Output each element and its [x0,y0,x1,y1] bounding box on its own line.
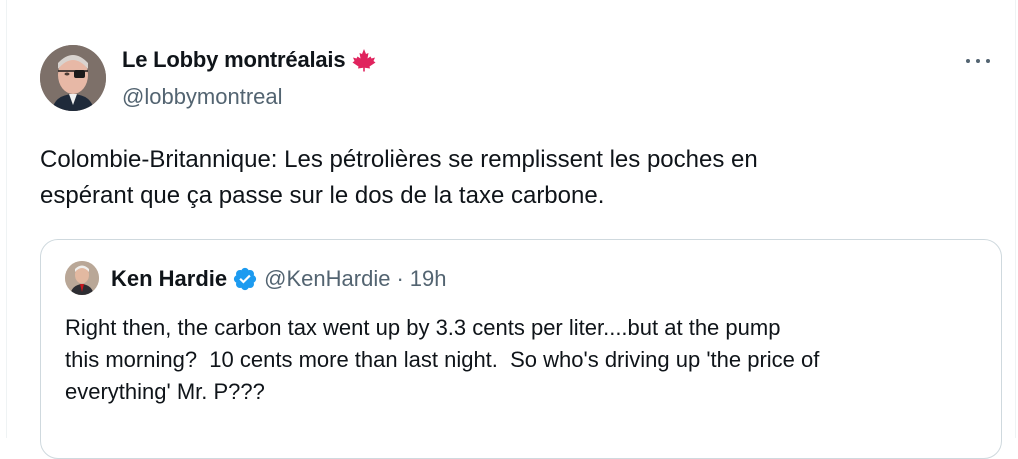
author-display-name[interactable]: Le Lobby montréalais [122,47,346,73]
more-options-icon[interactable] [963,50,993,72]
quoted-handle[interactable]: @KenHardie [264,266,390,292]
author-avatar[interactable] [40,45,106,111]
tweet-text: Colombie-Britannique: Les pétrolières se… [40,146,758,209]
verified-badge-icon [232,266,258,292]
author-name-row: Le Lobby montréalais [122,47,377,73]
quoted-display-name[interactable]: Ken Hardie [111,266,227,292]
quoted-tweet[interactable]: Ken Hardie @KenHardie · 19h Right then, … [40,239,1002,459]
quoted-author-avatar-image [65,261,99,295]
author-handle[interactable]: @lobbymontreal [122,84,283,110]
quoted-header: Ken Hardie @KenHardie · 19h [111,266,447,292]
tweet-card: Le Lobby montréalais @lobbymontreal Colo… [6,0,1016,459]
author-avatar-image [40,45,106,111]
quoted-timestamp[interactable]: 19h [410,266,447,292]
maple-leaf-icon [351,48,377,72]
quoted-tweet-text: Right then, the carbon tax went up by 3.… [65,315,820,404]
quoted-author-avatar[interactable] [65,261,99,295]
header-separator: · [396,266,404,291]
